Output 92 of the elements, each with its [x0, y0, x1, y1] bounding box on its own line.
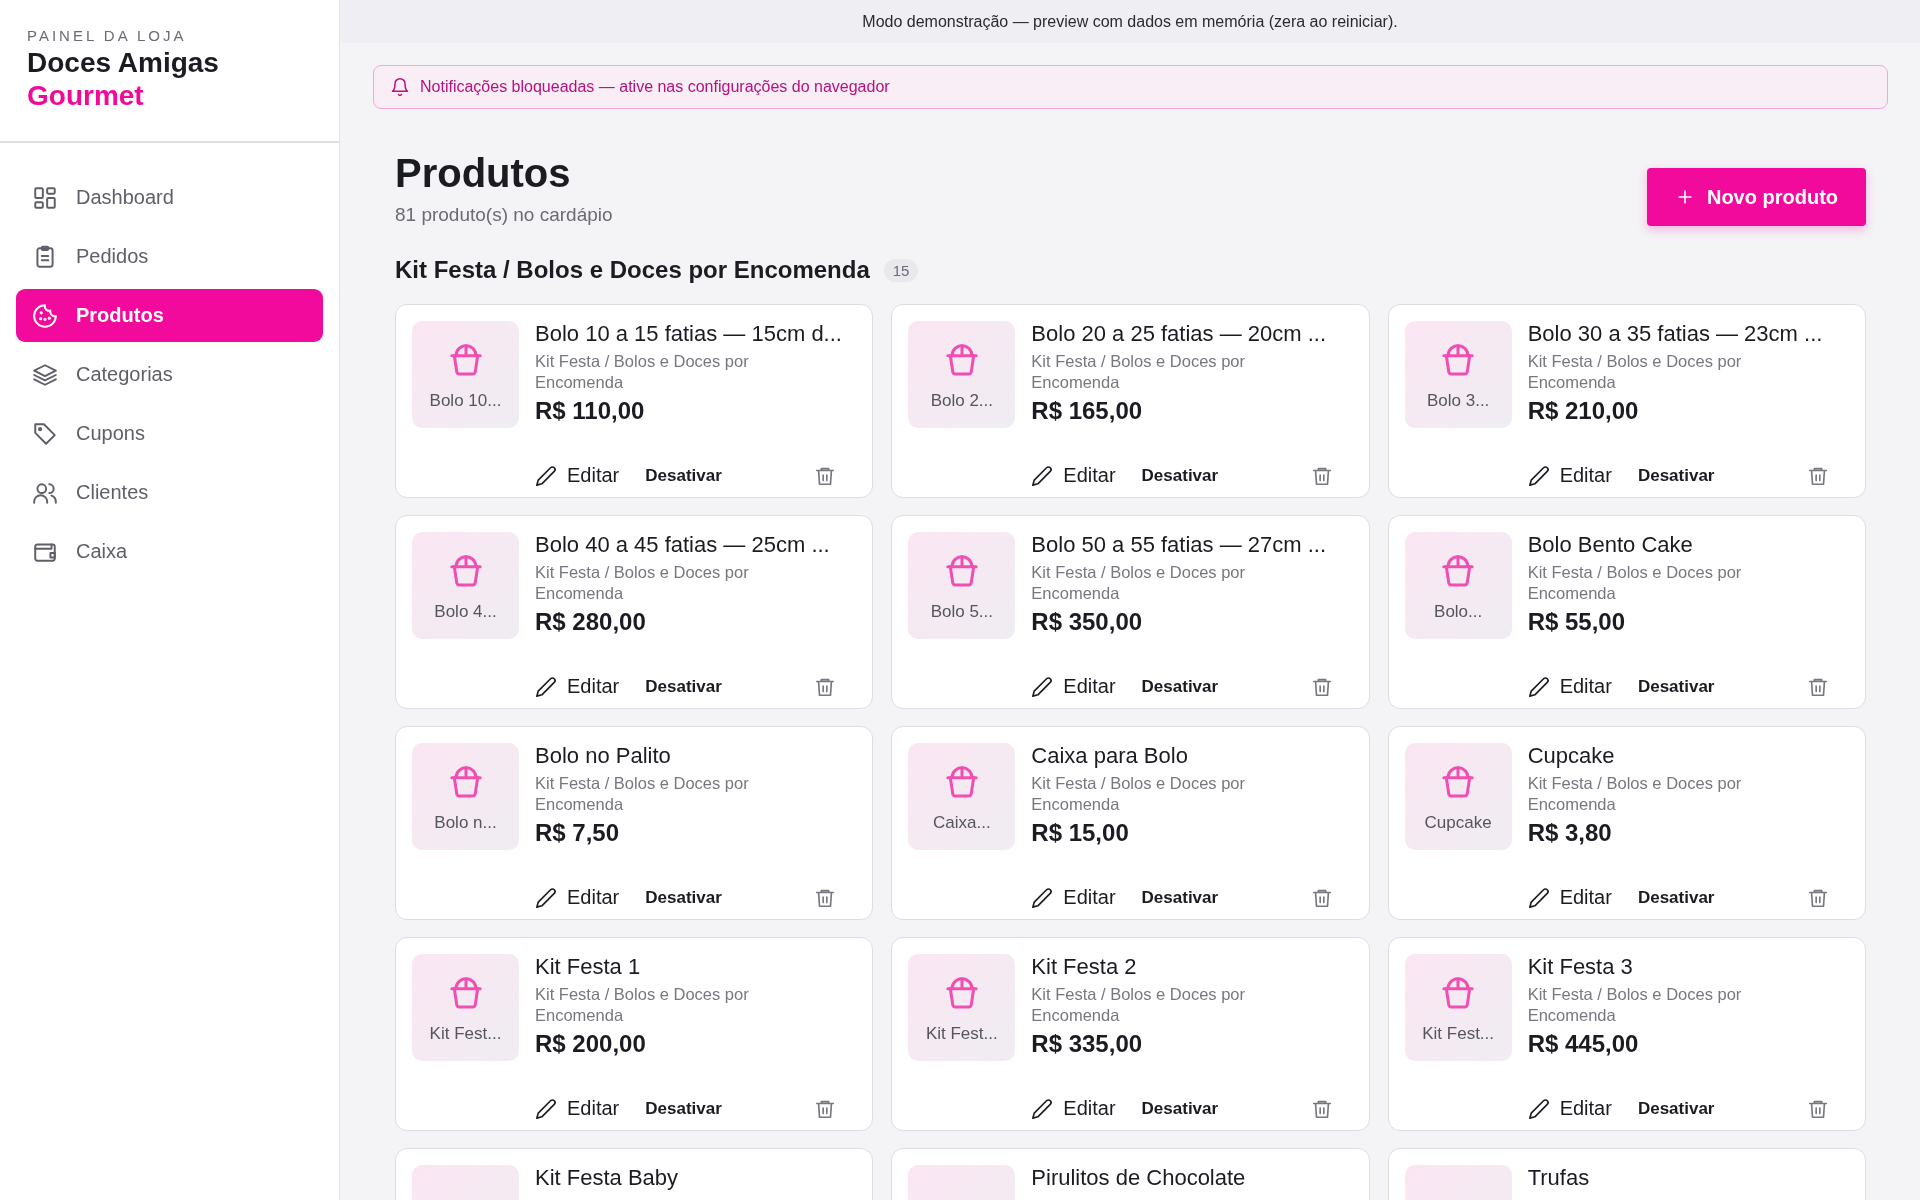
new-product-button[interactable]: Novo produto — [1647, 168, 1866, 226]
nav-item[interactable]: Clientes — [16, 466, 323, 519]
product-category: Kit Festa / Bolos e Doces por Encomenda — [1527, 351, 1743, 393]
product-price: R$ 280,00 — [535, 608, 647, 636]
product-name: Caixa para Bolo — [1031, 743, 1189, 769]
edit-button[interactable]: Editar — [535, 882, 620, 913]
thumbnail-caption: Kit Fest... — [1422, 1023, 1495, 1044]
deactivate-button[interactable]: Desativar — [1637, 883, 1715, 912]
product-price: R$ 335,00 — [1031, 1030, 1144, 1058]
product-price: R$ 15,00 — [1031, 819, 1130, 847]
thumbnail-caption: Caixa... — [933, 812, 991, 833]
product-name: Bolo 10 a 15 fatias — 15cm d... — [535, 321, 843, 347]
product-name: Kit Festa 3 — [1527, 954, 1634, 980]
product-price: R$ 7,50 — [535, 819, 621, 847]
nav-item[interactable]: Categorias — [16, 348, 323, 401]
nav-item[interactable]: Pedidos — [16, 230, 323, 283]
thumbnail-caption: Cupcake — [1424, 812, 1492, 833]
product-price: R$ 210,00 — [1527, 397, 1640, 425]
product-category: Kit Festa / Bolos e Doces por Encomenda — [1031, 562, 1246, 604]
thumbnail-caption: Bolo 5... — [930, 601, 993, 622]
nav-item[interactable]: Dashboard — [16, 171, 323, 224]
deactivate-button[interactable]: Desativar — [1141, 461, 1219, 490]
product-price: R$ 350,00 — [1031, 608, 1144, 636]
product-price: R$ 165,00 — [1031, 397, 1144, 425]
category-count: 15 — [883, 258, 919, 282]
notification-text: Notificações bloqueadas — ative nas configurações do navegador — [420, 78, 890, 96]
product-name: Bolo 50 a 55 fatias — 27cm ... — [1031, 532, 1328, 558]
store-panel-label: PAINEL DA LOJA — [27, 27, 188, 44]
edit-button[interactable]: Editar — [535, 671, 620, 702]
product-category: Kit Festa / Bolos e Doces por Encomenda — [1527, 773, 1743, 815]
store-name: Doces Amigas — [27, 47, 220, 79]
thumbnail-caption: Bolo 10... — [429, 390, 502, 411]
nav-item[interactable]: Produtos — [16, 289, 323, 342]
deactivate-button[interactable]: Desativar — [1141, 1094, 1219, 1123]
product-category: Kit Festa / Bolos e Doces por Encomenda — [1527, 562, 1743, 604]
page-title: Produtos — [395, 151, 572, 196]
deactivate-button[interactable]: Desativar — [1637, 461, 1715, 490]
thumbnail-caption: Bolo... — [1434, 601, 1483, 622]
edit-button[interactable]: Editar — [1031, 882, 1116, 913]
product-name: Cupcake — [1527, 743, 1616, 769]
product-name: Bolo 30 a 35 fatias — 23cm ... — [1527, 321, 1824, 347]
product-name: Bolo 40 a 45 fatias — 25cm ... — [535, 532, 831, 558]
thumbnail-caption: Bolo 2... — [930, 390, 993, 411]
product-category: Kit Festa / Bolos e Doces por Encomenda — [1031, 984, 1246, 1026]
edit-button[interactable]: Editar — [1031, 460, 1116, 491]
product-category: Kit Festa / Bolos e Doces por Encomenda — [535, 984, 750, 1026]
edit-button[interactable]: Editar — [1527, 671, 1612, 702]
deactivate-button[interactable]: Desativar — [1637, 672, 1715, 701]
product-count: 81 produto(s) no cardápio — [395, 204, 613, 226]
product-name: Bolo no Palito — [535, 743, 672, 769]
product-name: Trufas — [1527, 1165, 1591, 1191]
edit-button[interactable]: Editar — [1031, 671, 1116, 702]
product-category: Kit Festa / Bolos e Doces por Encomenda — [535, 351, 750, 393]
deactivate-button[interactable]: Desativar — [1637, 1094, 1715, 1123]
edit-button[interactable]: Editar — [1527, 1093, 1612, 1124]
product-price: R$ 3,80 — [1527, 819, 1613, 847]
thumbnail-caption: Kit Fest... — [429, 1023, 502, 1044]
deactivate-button[interactable]: Desativar — [1141, 672, 1219, 701]
edit-button[interactable]: Editar — [1527, 882, 1612, 913]
category-heading: Kit Festa / Bolos e Doces por Encomenda — [395, 256, 870, 284]
product-price: R$ 445,00 — [1527, 1030, 1640, 1058]
deactivate-button[interactable]: Desativar — [1141, 883, 1219, 912]
product-name: Kit Festa 1 — [535, 954, 642, 980]
product-name: Bolo 20 a 25 fatias — 20cm ... — [1031, 321, 1328, 347]
thumbnail-caption: Kit Fest... — [925, 1023, 998, 1044]
store-name-accent: Gourmet — [27, 80, 145, 112]
nav-item[interactable]: Caixa — [16, 525, 323, 578]
product-price: R$ 55,00 — [1527, 608, 1627, 636]
thumbnail-caption: Bolo 3... — [1426, 390, 1490, 411]
product-name: Pirulitos de Chocolate — [1031, 1165, 1247, 1191]
demo-mode-banner: Modo demonstração — preview com dados em memória (zera ao reiniciar). — [340, 0, 1920, 43]
product-price: R$ 200,00 — [535, 1030, 647, 1058]
edit-button[interactable]: Editar — [1527, 460, 1612, 491]
product-name: Kit Festa 2 — [1031, 954, 1138, 980]
product-name: Kit Festa Baby — [535, 1165, 680, 1191]
product-category: Kit Festa / Bolos e Doces por Encomenda — [1031, 351, 1246, 393]
edit-button[interactable]: Editar — [535, 1093, 620, 1124]
deactivate-button[interactable]: Desativar — [645, 1094, 722, 1123]
product-category: Kit Festa / Bolos e Doces por Encomenda — [1031, 773, 1246, 815]
product-name: Bolo Bento Cake — [1527, 532, 1694, 558]
nav-item[interactable]: Cupons — [16, 407, 323, 460]
thumbnail-caption: Bolo n... — [434, 812, 497, 833]
deactivate-button[interactable]: Desativar — [645, 883, 722, 912]
product-category: Kit Festa / Bolos e Doces por Encomenda — [535, 773, 750, 815]
product-category: Kit Festa / Bolos e Doces por Encomenda — [1527, 984, 1743, 1026]
product-category: Kit Festa / Bolos e Doces por Encomenda — [535, 562, 750, 604]
edit-button[interactable]: Editar — [1031, 1093, 1116, 1124]
edit-button[interactable]: Editar — [535, 460, 620, 491]
product-price: R$ 110,00 — [535, 397, 646, 425]
thumbnail-caption: Bolo 4... — [434, 601, 497, 622]
deactivate-button[interactable]: Desativar — [645, 672, 722, 701]
deactivate-button[interactable]: Desativar — [645, 461, 722, 490]
